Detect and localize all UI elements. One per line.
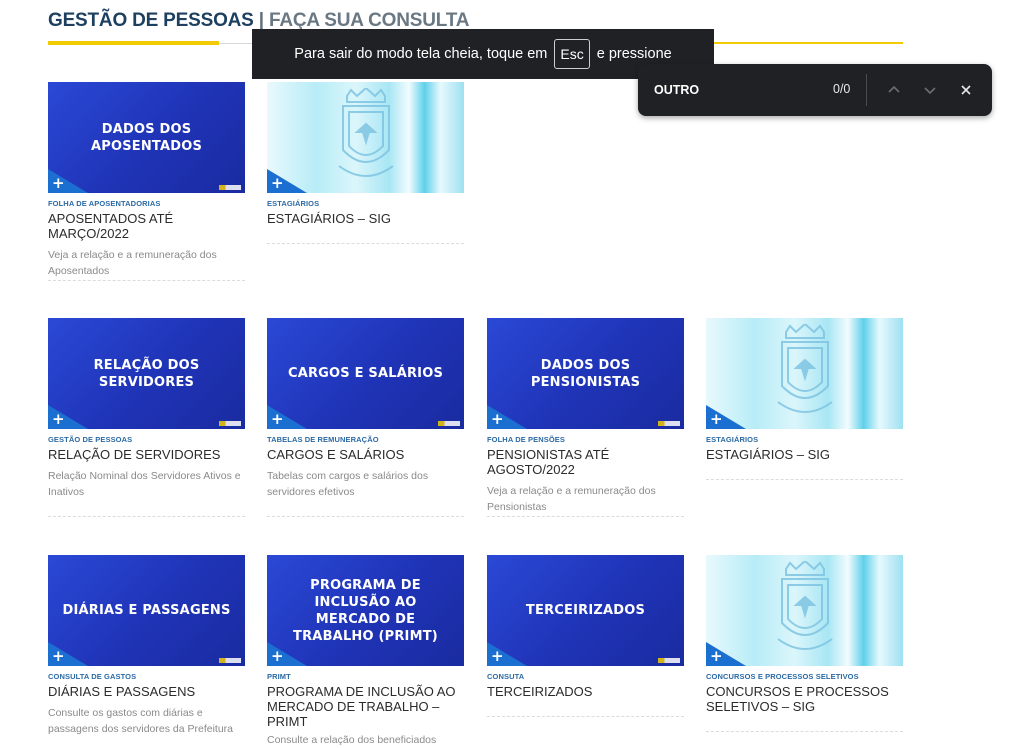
thumbnail-label: DIÁRIAS E PASSAGENS	[62, 603, 231, 618]
card-category[interactable]: FOLHA DE APOSENTADORIAS	[48, 199, 245, 208]
plus-icon: +	[271, 174, 284, 192]
card-title[interactable]: ESTAGIÁRIOS – SIG	[267, 211, 464, 226]
card-diarias[interactable]: DIÁRIAS E PASSAGENS + CONSULTA DE GASTOS…	[48, 555, 245, 737]
find-close-button[interactable]	[954, 78, 978, 102]
card-category[interactable]: GESTÃO DE PESSOAS	[48, 435, 245, 444]
thumbnail-label: DADOS DOS APOSENTADOS	[90, 121, 203, 154]
thumbnail-label: RELAÇÃO DOS SERVIDORES	[93, 357, 200, 390]
find-match-count: 0/0	[833, 82, 851, 96]
prefeitura-logo-icon	[438, 421, 460, 426]
card-thumbnail[interactable]: DADOS DOS APOSENTADOS +	[48, 82, 245, 193]
card-description: Consulte a relação dos beneficiados	[267, 734, 437, 746]
find-bar: 0/0	[638, 64, 992, 116]
card-category[interactable]: PRIMT	[267, 672, 464, 681]
card-category[interactable]: TABELAS DE REMUNERAÇÃO	[267, 435, 464, 444]
plus-icon: +	[710, 410, 723, 428]
card-description: Consulte os gastos com diárias e passage…	[48, 707, 234, 735]
card-title[interactable]: DIÁRIAS E PASSAGENS	[48, 684, 245, 699]
find-next-button[interactable]	[918, 78, 942, 102]
card-thumbnail[interactable]: DIÁRIAS E PASSAGENS +	[48, 555, 245, 666]
notice-text-before: Para sair do modo tela cheia, toque em	[294, 46, 548, 62]
thumbnail-label: DADOS DOS PENSIONISTAS	[530, 357, 641, 390]
card-description: Veja a relação e a remuneração dos Pensi…	[487, 485, 656, 513]
chevron-down-icon	[924, 87, 936, 95]
prefeitura-logo-icon	[219, 658, 241, 663]
card-divider	[487, 716, 684, 717]
thumbnail-label: TERCEIRIZADOS	[525, 603, 646, 618]
card-divider	[48, 280, 245, 281]
card-description: Relação Nominal dos Servidores Ativos e …	[48, 470, 241, 498]
card-title[interactable]: PROGRAMA DE INCLUSÃO AO MERCADO DE TRABA…	[267, 684, 464, 729]
card-terceirizados[interactable]: TERCEIRIZADOS + CONSUTA TERCEIRIZADOS	[487, 555, 684, 717]
header-accent-bar	[48, 41, 219, 45]
header-accent-bar-right	[714, 42, 903, 44]
card-thumbnail[interactable]: DADOS DOS PENSIONISTAS +	[487, 318, 684, 429]
prefeitura-logo-icon	[219, 421, 241, 426]
card-category[interactable]: ESTAGIÁRIOS	[706, 435, 903, 444]
find-input[interactable]	[654, 80, 804, 100]
plus-icon: +	[52, 647, 65, 665]
card-category[interactable]: CONSULTA DE GASTOS	[48, 672, 245, 681]
crest-icon	[338, 88, 394, 177]
page-subtitle: FAÇA SUA CONSULTA	[268, 10, 470, 31]
prefeitura-logo-icon	[658, 421, 680, 426]
card-category[interactable]: FOLHA DE PENSÕES	[487, 435, 684, 444]
card-estagiarios-2[interactable]: + ESTAGIÁRIOS ESTAGIÁRIOS – SIG	[706, 318, 903, 480]
notice-text-after: e pressione	[596, 46, 672, 62]
thumbnail-label: PROGRAMA DE INCLUSÃO AO MERCADO DE TRABA…	[293, 577, 438, 644]
plus-icon: +	[491, 410, 504, 428]
card-title[interactable]: PENSIONISTAS ATÉ AGOSTO/2022	[487, 447, 684, 477]
card-thumbnail[interactable]: CARGOS E SALÁRIOS +	[267, 318, 464, 429]
thumbnail-label: CARGOS E SALÁRIOS	[287, 366, 444, 381]
plus-icon: +	[271, 647, 284, 665]
card-divider	[267, 243, 464, 244]
card-title[interactable]: CONCURSOS E PROCESSOS SELETIVOS – SIG	[706, 684, 903, 714]
plus-icon: +	[710, 647, 723, 665]
plus-icon: +	[52, 410, 65, 428]
card-cargos[interactable]: CARGOS E SALÁRIOS + TABELAS DE REMUNERAÇ…	[267, 318, 464, 517]
title-separator: |	[258, 10, 264, 31]
card-divider	[267, 516, 464, 517]
find-previous-button[interactable]	[882, 78, 906, 102]
plus-icon: +	[271, 410, 284, 428]
close-icon	[961, 85, 971, 95]
card-thumbnail[interactable]: +	[706, 318, 903, 429]
plus-icon: +	[52, 174, 65, 192]
card-divider	[706, 731, 903, 732]
find-separator	[866, 74, 867, 106]
page-title-main: GESTÃO DE PESSOAS	[48, 10, 254, 31]
card-concursos[interactable]: + CONCURSOS E PROCESSOS SELETIVOS CONCUR…	[706, 555, 903, 732]
card-divider	[48, 516, 245, 517]
card-servidores[interactable]: RELAÇÃO DOS SERVIDORES + GESTÃO DE PESSO…	[48, 318, 245, 517]
card-thumbnail[interactable]: TERCEIRIZADOS +	[487, 555, 684, 666]
card-description: Tabelas com cargos e salários dos servid…	[267, 470, 429, 498]
card-divider	[706, 479, 903, 480]
card-estagiarios-1[interactable]: + ESTAGIÁRIOS ESTAGIÁRIOS – SIG	[267, 82, 464, 244]
card-thumbnail[interactable]: +	[706, 555, 903, 666]
esc-key: Esc	[554, 39, 590, 69]
card-aposentados[interactable]: DADOS DOS APOSENTADOS + FOLHA DE APOSENT…	[48, 82, 245, 281]
plus-icon: +	[491, 647, 504, 665]
card-title[interactable]: RELAÇÃO DE SERVIDORES	[48, 447, 245, 462]
card-title[interactable]: ESTAGIÁRIOS – SIG	[706, 447, 903, 462]
card-primt[interactable]: PROGRAMA DE INCLUSÃO AO MERCADO DE TRABA…	[267, 555, 464, 748]
card-pensionistas[interactable]: DADOS DOS PENSIONISTAS + FOLHA DE PENSÕE…	[487, 318, 684, 517]
card-category[interactable]: ESTAGIÁRIOS	[267, 199, 464, 208]
card-title[interactable]: APOSENTADOS ATÉ MARÇO/2022	[48, 211, 245, 241]
card-title[interactable]: TERCEIRIZADOS	[487, 684, 684, 699]
chevron-up-icon	[888, 85, 900, 93]
card-category[interactable]: CONSUTA	[487, 672, 684, 681]
prefeitura-logo-icon	[658, 658, 680, 663]
card-description: Veja a relação e a remuneração dos Apose…	[48, 249, 217, 277]
card-thumbnail[interactable]: PROGRAMA DE INCLUSÃO AO MERCADO DE TRABA…	[267, 555, 464, 666]
card-thumbnail[interactable]: RELAÇÃO DOS SERVIDORES +	[48, 318, 245, 429]
crest-icon	[777, 561, 833, 650]
crest-icon	[777, 324, 833, 413]
card-thumbnail[interactable]: +	[267, 82, 464, 193]
card-divider	[487, 516, 684, 517]
card-category[interactable]: CONCURSOS E PROCESSOS SELETIVOS	[706, 672, 903, 681]
card-title[interactable]: CARGOS E SALÁRIOS	[267, 447, 464, 462]
prefeitura-logo-icon	[219, 185, 241, 190]
